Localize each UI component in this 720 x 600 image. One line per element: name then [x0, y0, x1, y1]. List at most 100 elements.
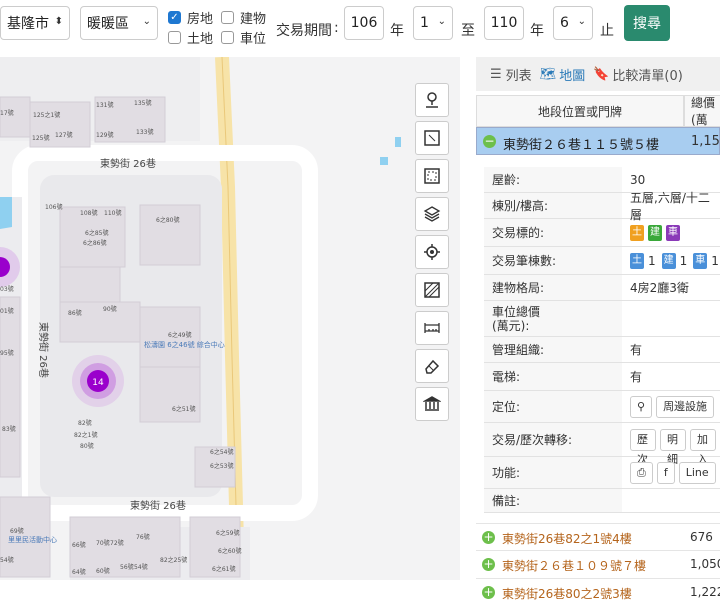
house-number: 135號 — [134, 99, 151, 107]
result-price: 676 — [690, 530, 713, 544]
select-area-button[interactable] — [415, 159, 449, 193]
tab-compare[interactable]: 🔖 比較清單(0) — [593, 65, 683, 84]
facebook-share-button[interactable]: f — [656, 461, 675, 484]
street-label: 東勢街 26巷 — [130, 499, 186, 512]
house-number: 6之86號 — [83, 239, 106, 247]
type-checkbox-building[interactable]: 建物 — [221, 8, 266, 27]
type-checkbox-parking[interactable]: 車位 — [221, 28, 266, 47]
city-select[interactable]: 基隆市 ⬍ — [0, 6, 70, 40]
land-count-tag: 土 — [630, 252, 644, 269]
selected-row[interactable]: − 東勢街２６巷１１５號５樓 1,150 — [476, 127, 720, 155]
history-button[interactable]: 歷次 — [630, 428, 656, 466]
house-number: 127號 — [55, 131, 72, 139]
layers-button[interactable] — [415, 197, 449, 231]
draw-area-button[interactable] — [415, 121, 449, 155]
result-row[interactable]: + 東勢街26巷80之2號3樓 1,222 — [476, 579, 720, 600]
measure-distance-button[interactable] — [415, 311, 449, 345]
search-button[interactable]: 搜尋 — [624, 5, 670, 41]
locate-button[interactable] — [415, 235, 449, 269]
bookmark-icon: 🔖 — [593, 66, 610, 82]
house-number: 56號 — [120, 563, 134, 571]
house-number: 129號 — [96, 131, 113, 139]
landmark-button[interactable] — [415, 387, 449, 421]
from-month-select[interactable]: 1 ⌄ — [413, 6, 453, 40]
house-number: 6之80號 — [156, 216, 179, 224]
tab-label: 列表 — [505, 68, 532, 84]
detail-value: 4房2廳3衛 — [630, 281, 689, 295]
house-number: 110號 — [104, 209, 121, 217]
detail-row: 棟別/樓高: 五層,六層/十二層 — [484, 191, 720, 222]
detail-row: 定位: ⚲ 周邊設施 — [484, 391, 720, 423]
measure-area-button[interactable] — [415, 273, 449, 307]
cluster-marker[interactable]: 14 — [72, 355, 124, 407]
city-value: 基隆市 — [7, 16, 49, 32]
year-unit-label: 年 — [390, 23, 404, 39]
house-number: 01號 — [0, 307, 14, 315]
add-compare-button[interactable]: 加入 — [690, 428, 716, 466]
collapse-icon[interactable]: − — [483, 135, 496, 148]
detail-key: 車位總價 (萬元): — [484, 301, 622, 336]
expand-icon[interactable]: + — [482, 586, 495, 599]
tab-label: 地圖 — [559, 68, 586, 84]
tab-list[interactable]: ☰ 列表 — [490, 65, 532, 84]
selected-price: 1,150 — [691, 134, 720, 149]
to-month-select[interactable]: 6 ⌄ — [553, 6, 593, 40]
detail-button[interactable]: 明細 — [660, 428, 686, 466]
detail-key: 交易標的: — [484, 219, 622, 246]
result-address: 東勢街26巷80之2號3樓 — [502, 587, 632, 600]
building-tag: 建 — [648, 224, 662, 241]
detail-value — [630, 301, 720, 336]
district-select[interactable]: 暖暖區 ⌄ — [80, 6, 158, 40]
layers-icon — [423, 206, 441, 222]
detail-row: 管理組織: 有 — [484, 337, 720, 363]
house-number: 6之49號 — [168, 331, 191, 339]
parking-count: 1 — [711, 253, 719, 268]
from-year-value: 106 — [350, 15, 378, 31]
street-label: 東勢街 26巷 — [37, 322, 50, 378]
house-number: 66號 — [72, 541, 86, 549]
result-address: 東勢街26巷82之1號4樓 — [502, 532, 632, 546]
year-unit-label: 年 — [530, 23, 544, 39]
result-address: 東勢街２６巷１０９號７樓 — [502, 559, 647, 573]
expand-icon[interactable]: + — [482, 558, 495, 571]
facebook-icon: f — [663, 465, 668, 479]
house-number: 90號 — [103, 305, 117, 313]
cluster-count: 14 — [92, 378, 104, 388]
map-view[interactable]: 14 東勢街 26巷 東勢街 26巷 東勢街 26巷 松濤園 6之46號 綜合中… — [0, 57, 460, 580]
tab-map[interactable]: 🗺 地圖 — [540, 65, 586, 84]
search-bar: 基隆市 ⬍ 暖暖區 ⌄ ✓ 房地 建物 土地 車位 交易期間 : 106 年 1… — [0, 0, 720, 56]
select-box-icon — [424, 168, 440, 184]
house-number: 69號 — [10, 527, 24, 535]
detail-value: 土1 建1 車1 — [630, 247, 720, 274]
detail-row: 車位總價 (萬元): — [484, 301, 720, 337]
from-year-input[interactable]: 106 — [344, 6, 384, 40]
house-number: 72號 — [110, 539, 124, 547]
nearby-facilities-button[interactable]: 周邊設施 — [656, 395, 715, 418]
type-checkbox-land[interactable]: 土地 — [168, 28, 213, 47]
view-tabs: ☰ 列表 🗺 地圖 🔖 比較清單(0) — [476, 57, 720, 91]
line-share-button[interactable]: Line — [678, 461, 716, 484]
detail-value: 有 — [630, 370, 643, 384]
detail-key: 功能: — [484, 457, 622, 488]
crosshair-icon — [424, 244, 440, 260]
column-header-location[interactable]: 地段位置或門牌 — [476, 95, 684, 127]
expand-icon[interactable]: + — [482, 531, 495, 544]
selected-address: 東勢街２６巷１１５號５樓 — [503, 138, 660, 153]
result-row[interactable]: + 東勢街26巷82之1號4樓 676 — [476, 523, 720, 551]
hatched-area-icon — [424, 282, 440, 298]
print-button[interactable]: ⎙ — [630, 461, 653, 484]
house-number: 86號 — [68, 309, 82, 317]
type-checkbox-house-land[interactable]: ✓ 房地 — [168, 8, 213, 27]
from-month-value: 1 — [420, 15, 429, 31]
eraser-button[interactable] — [415, 349, 449, 383]
to-year-input[interactable]: 110 — [484, 6, 524, 40]
detail-value — [630, 489, 720, 512]
map-canvas: 14 東勢街 26巷 東勢街 26巷 東勢街 26巷 松濤園 6之46號 綜合中… — [0, 57, 401, 580]
district-value: 暖暖區 — [87, 16, 129, 32]
result-row[interactable]: + 東勢街２６巷１０９號７樓 1,050 — [476, 551, 720, 579]
column-header-price[interactable]: 總價(萬 — [684, 95, 720, 127]
street-view-button[interactable] — [415, 83, 449, 117]
printer-icon: ⎙ — [637, 465, 646, 479]
result-price: 1,222 — [690, 585, 720, 599]
locate-pin-button[interactable]: ⚲ — [630, 395, 653, 418]
